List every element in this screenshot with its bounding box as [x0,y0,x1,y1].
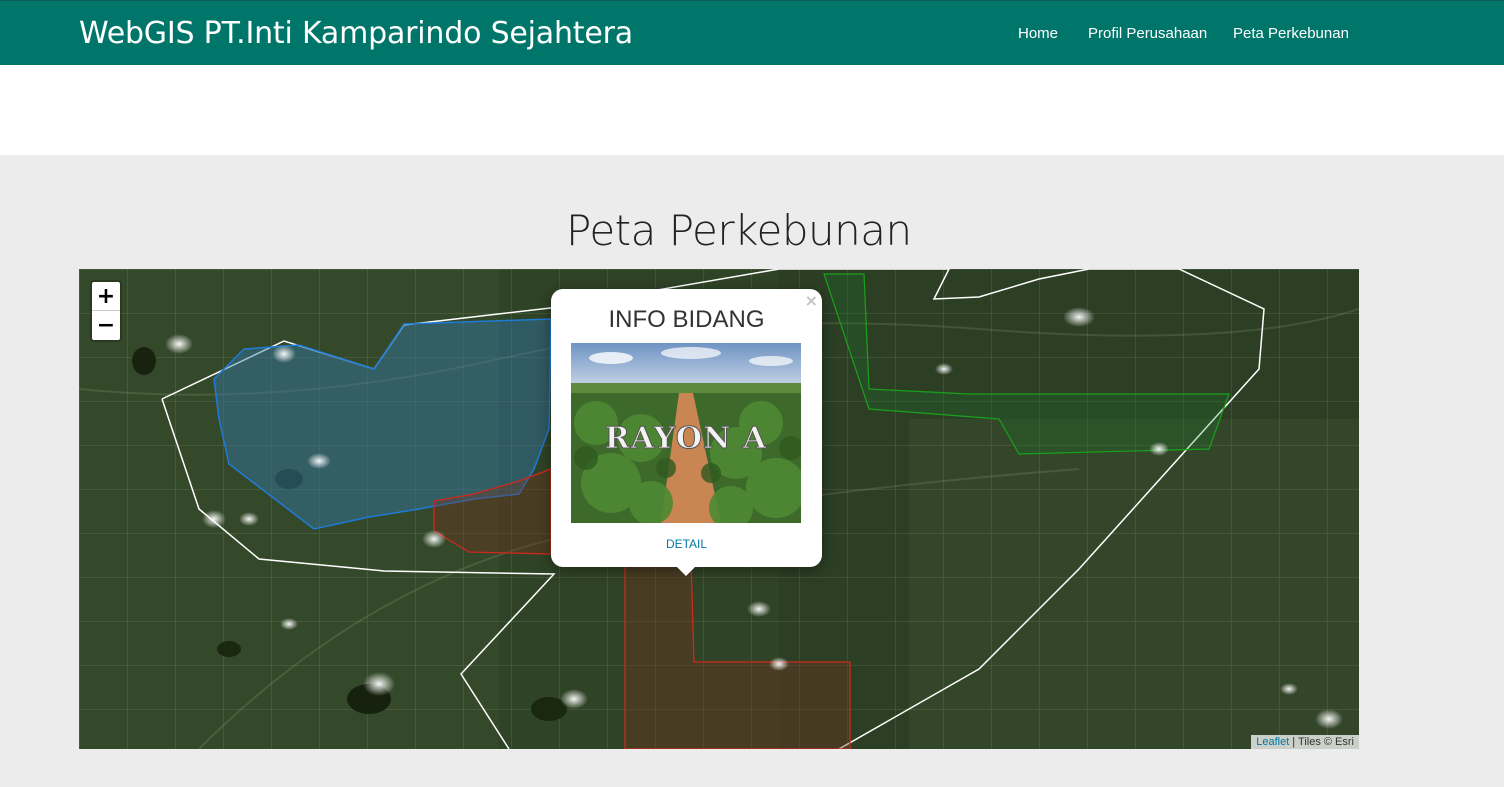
nav-home[interactable]: Home [1018,25,1058,42]
map-attribution: Leaflet | Tiles © Esri [1251,735,1359,749]
popup-tip [675,565,697,576]
brand-link[interactable]: WebGIS PT.Inti Kamparindo Sejahtera [79,16,633,51]
info-popup: × INFO BIDANG RAYON A DETAIL [551,289,822,567]
leaflet-link[interactable]: Leaflet [1256,736,1289,748]
navbar: WebGIS PT.Inti Kamparindo Sejahtera Home… [0,0,1504,65]
detail-link[interactable]: DETAIL [551,537,822,551]
page-title: Peta Perkebunan [566,206,912,255]
photo-caption: RAYON A [605,421,767,456]
zoom-in-button[interactable]: + [92,282,120,311]
nav-profil-perusahaan[interactable]: Profil Perusahaan [1088,25,1207,42]
attribution-text: | Tiles © Esri [1289,736,1354,748]
map-container[interactable]: + − × INFO BIDANG RAYON A DETAIL Leaflet… [79,269,1359,749]
nav-peta-perkebunan[interactable]: Peta Perkebunan [1233,25,1349,42]
rayon-a-photo: RAYON A [571,343,801,523]
zoom-control: + − [90,280,122,342]
header-spacer [0,65,1504,155]
popup-title: INFO BIDANG [608,306,765,333]
zoom-out-button[interactable]: − [92,311,120,340]
